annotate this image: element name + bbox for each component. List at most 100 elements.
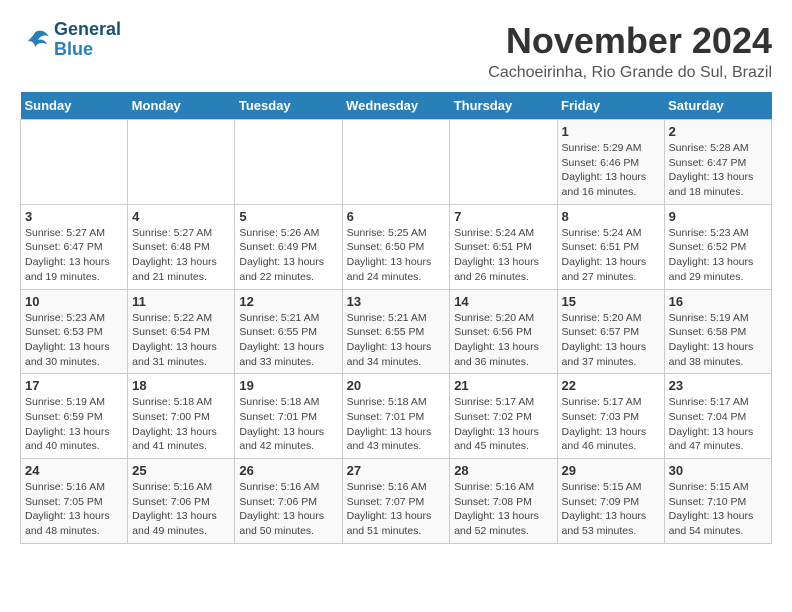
day-number: 1 (562, 124, 660, 139)
day-info: Sunrise: 5:27 AM Sunset: 6:47 PM Dayligh… (25, 226, 123, 285)
day-info: Sunrise: 5:16 AM Sunset: 7:05 PM Dayligh… (25, 480, 123, 539)
day-number: 16 (669, 294, 767, 309)
calendar-cell: 28 Sunrise: 5:16 AM Sunset: 7:08 PM Dayli… (450, 459, 557, 544)
calendar-cell: 13 Sunrise: 5:21 AM Sunset: 6:55 PM Dayli… (342, 289, 450, 374)
day-info: Sunrise: 5:20 AM Sunset: 6:57 PM Dayligh… (562, 311, 660, 370)
day-info: Sunrise: 5:22 AM Sunset: 6:54 PM Dayligh… (132, 311, 230, 370)
day-number: 2 (669, 124, 767, 139)
calendar-cell: 26Sunrise: 5:16 AM Sunset: 7:06 PM Dayli… (235, 459, 342, 544)
day-info: Sunrise: 5:21 AM Sunset: 6:55 PM Dayligh… (347, 311, 446, 370)
calendar-cell: 6 Sunrise: 5:25 AM Sunset: 6:50 PM Daylig… (342, 204, 450, 289)
header-thursday: Thursday (450, 92, 557, 120)
day-info: Sunrise: 5:28 AM Sunset: 6:47 PM Dayligh… (669, 141, 767, 200)
calendar-cell: 30 Sunrise: 5:15 AM Sunset: 7:10 PM Dayli… (664, 459, 771, 544)
header-friday: Friday (557, 92, 664, 120)
day-number: 8 (562, 209, 660, 224)
day-info: Sunrise: 5:16 AM Sunset: 7:08 PM Dayligh… (454, 480, 552, 539)
day-info: Sunrise: 5:29 AM Sunset: 6:46 PM Dayligh… (562, 141, 660, 200)
day-info: Sunrise: 5:25 AM Sunset: 6:50 PM Dayligh… (347, 226, 446, 285)
calendar-cell: 22 Sunrise: 5:17 AM Sunset: 7:03 PM Dayli… (557, 374, 664, 459)
day-info: Sunrise: 5:24 AM Sunset: 6:51 PM Dayligh… (454, 226, 552, 285)
day-number: 13 (347, 294, 446, 309)
day-info: Sunrise: 5:17 AM Sunset: 7:03 PM Dayligh… (562, 395, 660, 454)
calendar-header-row: SundayMondayTuesdayWednesdayThursdayFrid… (21, 92, 772, 120)
day-number: 11 (132, 294, 230, 309)
day-number: 7 (454, 209, 552, 224)
day-number: 22 (562, 378, 660, 393)
day-info: Sunrise: 5:17 AM Sunset: 7:04 PM Dayligh… (669, 395, 767, 454)
day-info: Sunrise: 5:15 AM Sunset: 7:09 PM Dayligh… (562, 480, 660, 539)
day-number: 10 (25, 294, 123, 309)
calendar-cell (21, 120, 128, 205)
logo-bird-icon (20, 25, 50, 55)
day-number: 19 (239, 378, 337, 393)
day-number: 27 (347, 463, 446, 478)
day-info: Sunrise: 5:20 AM Sunset: 6:56 PM Dayligh… (454, 311, 552, 370)
calendar-cell: 8 Sunrise: 5:24 AM Sunset: 6:51 PM Daylig… (557, 204, 664, 289)
calendar-cell: 23 Sunrise: 5:17 AM Sunset: 7:04 PM Dayli… (664, 374, 771, 459)
week-row-0: 1 Sunrise: 5:29 AM Sunset: 6:46 PM Daylig… (21, 120, 772, 205)
calendar-cell: 19 Sunrise: 5:18 AM Sunset: 7:01 PM Dayli… (235, 374, 342, 459)
day-info: Sunrise: 5:23 AM Sunset: 6:52 PM Dayligh… (669, 226, 767, 285)
logo: General Blue (20, 20, 121, 60)
calendar-cell: 10Sunrise: 5:23 AM Sunset: 6:53 PM Dayli… (21, 289, 128, 374)
header-wednesday: Wednesday (342, 92, 450, 120)
page-header: General Blue November 2024 Cachoeirinha,… (20, 20, 772, 82)
day-number: 17 (25, 378, 123, 393)
day-number: 28 (454, 463, 552, 478)
day-number: 24 (25, 463, 123, 478)
day-number: 29 (562, 463, 660, 478)
day-info: Sunrise: 5:26 AM Sunset: 6:49 PM Dayligh… (239, 226, 337, 285)
calendar-cell: 2 Sunrise: 5:28 AM Sunset: 6:47 PM Daylig… (664, 120, 771, 205)
day-number: 20 (347, 378, 446, 393)
day-info: Sunrise: 5:18 AM Sunset: 7:01 PM Dayligh… (347, 395, 446, 454)
calendar-cell: 15 Sunrise: 5:20 AM Sunset: 6:57 PM Dayli… (557, 289, 664, 374)
day-info: Sunrise: 5:16 AM Sunset: 7:06 PM Dayligh… (132, 480, 230, 539)
day-number: 4 (132, 209, 230, 224)
week-row-4: 24 Sunrise: 5:16 AM Sunset: 7:05 PM Dayli… (21, 459, 772, 544)
day-info: Sunrise: 5:17 AM Sunset: 7:02 PM Dayligh… (454, 395, 552, 454)
header-monday: Monday (128, 92, 235, 120)
day-info: Sunrise: 5:21 AM Sunset: 6:55 PM Dayligh… (239, 311, 337, 370)
calendar-cell (235, 120, 342, 205)
day-info: Sunrise: 5:24 AM Sunset: 6:51 PM Dayligh… (562, 226, 660, 285)
header-tuesday: Tuesday (235, 92, 342, 120)
calendar-cell (450, 120, 557, 205)
day-info: Sunrise: 5:15 AM Sunset: 7:10 PM Dayligh… (669, 480, 767, 539)
week-row-3: 17Sunrise: 5:19 AM Sunset: 6:59 PM Dayli… (21, 374, 772, 459)
calendar-cell: 16Sunrise: 5:19 AM Sunset: 6:58 PM Dayli… (664, 289, 771, 374)
day-number: 6 (347, 209, 446, 224)
week-row-2: 10Sunrise: 5:23 AM Sunset: 6:53 PM Dayli… (21, 289, 772, 374)
day-info: Sunrise: 5:16 AM Sunset: 7:07 PM Dayligh… (347, 480, 446, 539)
calendar-cell: 21 Sunrise: 5:17 AM Sunset: 7:02 PM Dayli… (450, 374, 557, 459)
day-number: 23 (669, 378, 767, 393)
day-number: 5 (239, 209, 337, 224)
day-number: 15 (562, 294, 660, 309)
calendar-cell: 20 Sunrise: 5:18 AM Sunset: 7:01 PM Dayli… (342, 374, 450, 459)
header-sunday: Sunday (21, 92, 128, 120)
calendar-table: SundayMondayTuesdayWednesdayThursdayFrid… (20, 92, 772, 544)
week-row-1: 3 Sunrise: 5:27 AM Sunset: 6:47 PM Daylig… (21, 204, 772, 289)
logo-text: General Blue (54, 20, 121, 60)
day-number: 26 (239, 463, 337, 478)
header-saturday: Saturday (664, 92, 771, 120)
calendar-cell: 29 Sunrise: 5:15 AM Sunset: 7:09 PM Dayli… (557, 459, 664, 544)
day-number: 30 (669, 463, 767, 478)
calendar-cell: 1 Sunrise: 5:29 AM Sunset: 6:46 PM Daylig… (557, 120, 664, 205)
day-number: 25 (132, 463, 230, 478)
calendar-cell: 17Sunrise: 5:19 AM Sunset: 6:59 PM Dayli… (21, 374, 128, 459)
day-info: Sunrise: 5:18 AM Sunset: 7:00 PM Dayligh… (132, 395, 230, 454)
day-number: 21 (454, 378, 552, 393)
calendar-cell (128, 120, 235, 205)
day-info: Sunrise: 5:18 AM Sunset: 7:01 PM Dayligh… (239, 395, 337, 454)
day-number: 3 (25, 209, 123, 224)
calendar-cell: 7 Sunrise: 5:24 AM Sunset: 6:51 PM Daylig… (450, 204, 557, 289)
calendar-cell: 4Sunrise: 5:27 AM Sunset: 6:48 PM Daylig… (128, 204, 235, 289)
calendar-cell: 18Sunrise: 5:18 AM Sunset: 7:00 PM Dayli… (128, 374, 235, 459)
calendar-cell: 5 Sunrise: 5:26 AM Sunset: 6:49 PM Daylig… (235, 204, 342, 289)
calendar-cell: 12Sunrise: 5:21 AM Sunset: 6:55 PM Dayli… (235, 289, 342, 374)
month-title: November 2024 (488, 20, 772, 62)
calendar-cell: 27 Sunrise: 5:16 AM Sunset: 7:07 PM Dayli… (342, 459, 450, 544)
calendar-cell (342, 120, 450, 205)
calendar-cell: 3 Sunrise: 5:27 AM Sunset: 6:47 PM Daylig… (21, 204, 128, 289)
